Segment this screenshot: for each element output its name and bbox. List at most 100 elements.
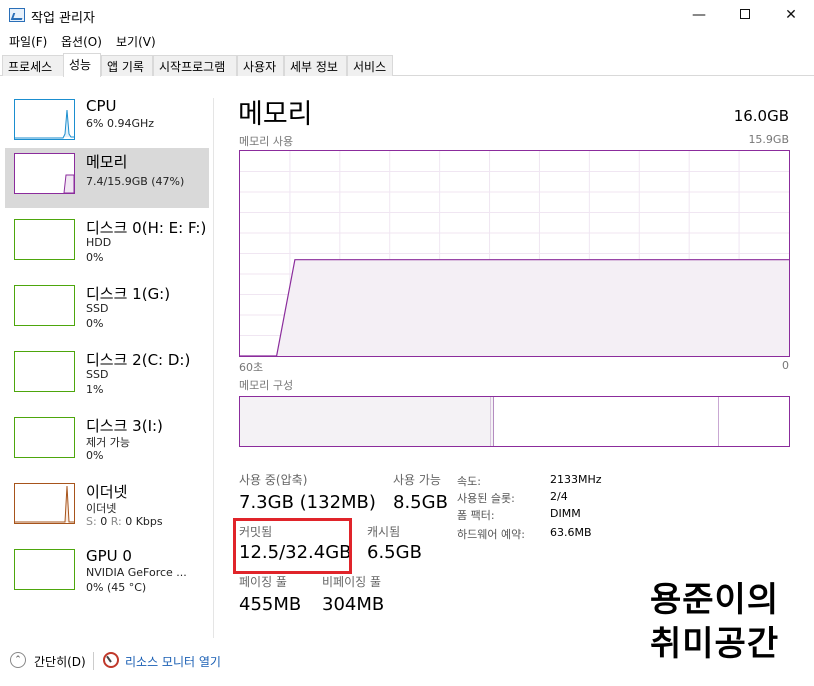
device-type: 제거 가능 (86, 436, 130, 449)
tab-details[interactable]: 세부 정보 (284, 55, 347, 76)
paged-pool-value: 455MB (239, 594, 302, 615)
device-list: CPU 6% 0.94GHz 메모리 7.4/15.9GB (47%) 디스크 … (0, 77, 214, 643)
memory-panel: 메모리 16.0GB 메모리 사용 15.9GB 60초 0 메모리 구성 사용… (222, 77, 814, 643)
ethernet-thumbnail-graph (14, 483, 75, 524)
memory-usage-chart (240, 151, 789, 356)
window-title: 작업 관리자 (31, 11, 95, 26)
disk-3-thumbnail-graph (14, 417, 75, 458)
spec-form-factor-key: 폼 팩터: (457, 509, 495, 522)
device-type: 이더넷 (86, 502, 117, 515)
device-name: 디스크 0(H: E: F:) (86, 219, 207, 237)
device-name: 디스크 3(I:) (86, 417, 163, 435)
device-stat: 7.4/15.9GB (47%) (86, 175, 185, 188)
memory-thumbnail-graph (14, 153, 75, 194)
device-name: CPU (86, 97, 117, 115)
memory-usage-area (240, 259, 789, 356)
send-value: 0 (100, 515, 108, 528)
maximize-button[interactable] (722, 0, 768, 31)
device-name: GPU 0 (86, 547, 132, 565)
device-stat: 0% (45 °C) (86, 581, 147, 594)
cached-label: 캐시됨 (367, 525, 401, 539)
device-stat: S: 0 R: 0 Kbps (86, 515, 163, 528)
device-type: NVIDIA GeForce ... (86, 566, 187, 579)
memory-composition-bar[interactable] (239, 396, 790, 447)
spec-slots-value: 2/4 (550, 490, 568, 503)
memory-usage-graph (239, 150, 790, 357)
spec-form-factor-value: DIMM (550, 507, 581, 520)
send-label: S: (86, 515, 97, 528)
tab-performance[interactable]: 성능 (63, 53, 101, 77)
tab-users[interactable]: 사용자 (237, 55, 284, 76)
close-button[interactable]: ✕ (768, 0, 814, 31)
resource-monitor-icon (103, 652, 119, 668)
bottom-separator (93, 652, 94, 670)
device-stat: 1% (86, 383, 104, 396)
composition-label: 메모리 구성 (239, 379, 294, 392)
disk-0-thumbnail-graph (14, 219, 75, 260)
maximize-icon (740, 9, 750, 19)
spec-slots-key: 사용된 슬롯: (457, 492, 515, 505)
tab-processes[interactable]: 프로세스 (2, 55, 64, 76)
usage-graph-label: 메모리 사용 (239, 135, 294, 148)
bottom-bar: ⌃ 간단히(D) 리소스 모니터 열기 (0, 643, 814, 686)
committed-highlight-box (233, 518, 352, 574)
minimize-button[interactable]: — (676, 0, 722, 31)
disk-1-thumbnail-graph (14, 285, 75, 326)
device-disk-2[interactable]: 디스크 2(C: D:) SSD 1% (5, 346, 209, 406)
menu-bar: 파일(F) 옵션(O) 보기(V) (0, 31, 814, 52)
usage-graph-max: 15.9GB (748, 133, 789, 146)
task-manager-icon (9, 8, 25, 22)
page-title: 메모리 (238, 99, 313, 130)
device-ethernet[interactable]: 이더넷 이더넷 S: 0 R: 0 Kbps (5, 478, 209, 538)
watermark-line-1: 용준이의 (650, 580, 780, 620)
time-axis-end: 0 (782, 359, 789, 372)
cpu-thumbnail-graph (14, 99, 75, 140)
device-stat: 0% (86, 449, 104, 462)
device-disk-0[interactable]: 디스크 0(H: E: F:) HDD 0% (5, 214, 209, 274)
device-stat: 6% 0.94GHz (86, 117, 155, 130)
receive-value: 0 Kbps (125, 515, 163, 528)
time-axis-start: 60초 (239, 361, 264, 374)
title-bar: 작업 관리자 — ✕ (0, 0, 814, 31)
menu-file[interactable]: 파일(F) (9, 33, 47, 50)
menu-options[interactable]: 옵션(O) (61, 33, 102, 50)
cached-value: 6.5GB (367, 542, 422, 563)
tab-services[interactable]: 서비스 (347, 55, 393, 76)
menu-view[interactable]: 보기(V) (116, 33, 156, 50)
paged-pool-label: 페이징 풀 (239, 575, 287, 589)
device-cpu[interactable]: CPU 6% 0.94GHz (5, 94, 209, 154)
sidebar-divider (213, 98, 214, 638)
device-type: SSD (86, 302, 109, 315)
receive-label: R: (110, 515, 122, 528)
device-stat: 0% (86, 251, 104, 264)
device-disk-1[interactable]: 디스크 1(G:) SSD 0% (5, 280, 209, 340)
device-memory[interactable]: 메모리 7.4/15.9GB (47%) (5, 148, 209, 208)
device-name: 디스크 2(C: D:) (86, 351, 191, 369)
device-name: 디스크 1(G:) (86, 285, 171, 303)
device-gpu-0[interactable]: GPU 0 NVIDIA GeForce ... 0% (45 °C) (5, 544, 209, 604)
composition-in-use (240, 397, 494, 446)
tab-bar: 프로세스 성능 앱 기록 시작프로그램 사용자 세부 정보 서비스 (0, 53, 814, 77)
device-disk-3[interactable]: 디스크 3(I:) 제거 가능 0% (5, 412, 209, 472)
in-use-value: 7.3GB (132MB) (239, 492, 376, 513)
device-name: 이더넷 (86, 483, 128, 501)
tab-startup[interactable]: 시작프로그램 (153, 55, 237, 76)
open-resource-monitor-link[interactable]: 리소스 모니터 열기 (125, 653, 221, 670)
spec-speed-key: 속도: (457, 475, 481, 488)
composition-free-boundary (718, 397, 719, 446)
chevron-up-icon[interactable]: ⌃ (10, 652, 26, 668)
spec-hw-reserved-value: 63.6MB (550, 526, 592, 539)
total-memory: 16.0GB (733, 107, 789, 125)
device-name: 메모리 (86, 153, 128, 171)
composition-standby (498, 397, 718, 446)
tab-app-history[interactable]: 앱 기록 (101, 55, 153, 76)
device-stat: 0% (86, 317, 104, 330)
disk-2-thumbnail-graph (14, 351, 75, 392)
device-type: SSD (86, 368, 109, 381)
device-type: HDD (86, 236, 112, 249)
in-use-label: 사용 중(압축) (239, 473, 308, 487)
available-value: 8.5GB (393, 492, 448, 513)
gpu-thumbnail-graph (14, 549, 75, 590)
fewer-details-button[interactable]: 간단히(D) (34, 653, 86, 670)
spec-speed-value: 2133MHz (550, 473, 602, 486)
